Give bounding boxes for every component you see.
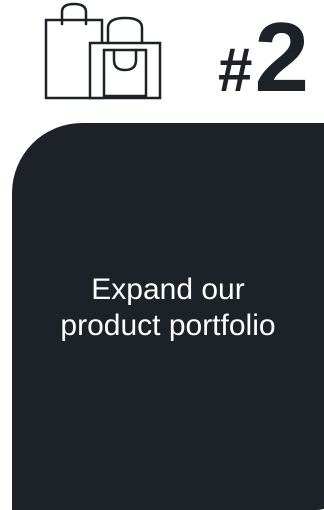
- goal-card: Expand our product portfolio: [12, 123, 324, 510]
- goal-hash: #: [218, 36, 253, 105]
- goal-slide: # 2 Expand our product portfolio: [0, 0, 324, 510]
- goal-number-value: 2: [254, 2, 309, 112]
- goal-description: Expand our product portfolio: [60, 273, 276, 342]
- goal-number: # 2: [218, 2, 309, 106]
- shopping-bags-icon: [44, 2, 162, 100]
